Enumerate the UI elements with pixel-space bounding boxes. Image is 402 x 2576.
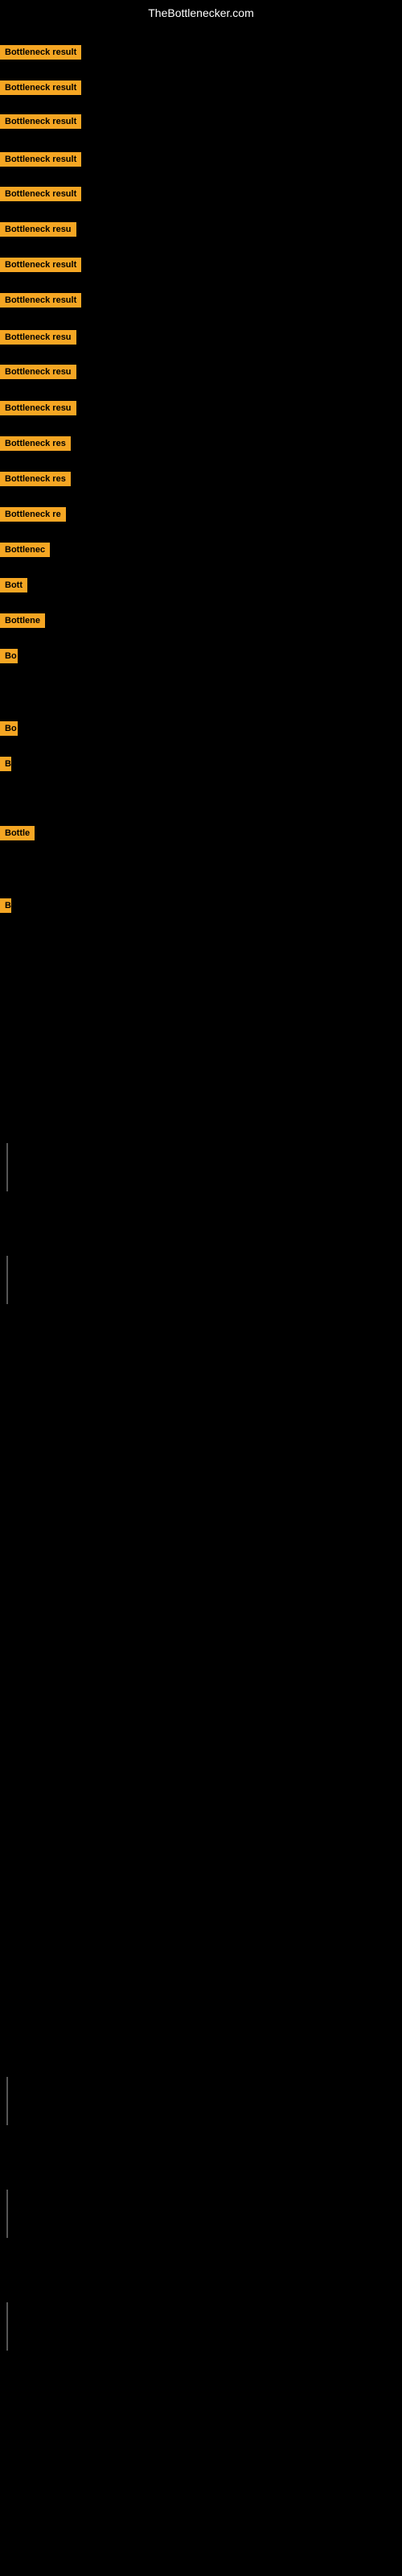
bottleneck-badge-20: B [0, 757, 11, 771]
bottleneck-badge-4: Bottleneck result [0, 152, 81, 167]
bottleneck-badge-14: Bottleneck re [0, 507, 66, 522]
bottleneck-badge-18: Bo [0, 649, 18, 663]
bottleneck-badge-7: Bottleneck result [0, 258, 81, 272]
vertical-line-2 [6, 1256, 8, 1304]
bottleneck-badge-16: Bott [0, 578, 27, 592]
bottleneck-badge-2: Bottleneck result [0, 80, 81, 95]
vertical-line-4 [6, 2190, 8, 2238]
bottleneck-badge-10: Bottleneck resu [0, 365, 76, 379]
bottleneck-badge-9: Bottleneck resu [0, 330, 76, 345]
bottleneck-badge-1: Bottleneck result [0, 45, 81, 60]
bottleneck-badge-5: Bottleneck result [0, 187, 81, 201]
vertical-line-1 [6, 1143, 8, 1191]
bottleneck-badge-12: Bottleneck res [0, 436, 71, 451]
bottleneck-badge-21: Bottle [0, 826, 35, 840]
bottleneck-badge-3: Bottleneck result [0, 114, 81, 129]
bottleneck-badge-22: B [0, 898, 11, 913]
site-title: TheBottlenecker.com [0, 0, 402, 26]
vertical-line-5 [6, 2302, 8, 2351]
bottleneck-badge-19: Bo [0, 721, 18, 736]
bottleneck-badge-13: Bottleneck res [0, 472, 71, 486]
vertical-line-3 [6, 2077, 8, 2125]
bottleneck-badge-8: Bottleneck result [0, 293, 81, 308]
bottleneck-badge-17: Bottlene [0, 613, 45, 628]
bottleneck-badge-6: Bottleneck resu [0, 222, 76, 237]
bottleneck-badge-11: Bottleneck resu [0, 401, 76, 415]
bottleneck-badge-15: Bottlenec [0, 543, 50, 557]
